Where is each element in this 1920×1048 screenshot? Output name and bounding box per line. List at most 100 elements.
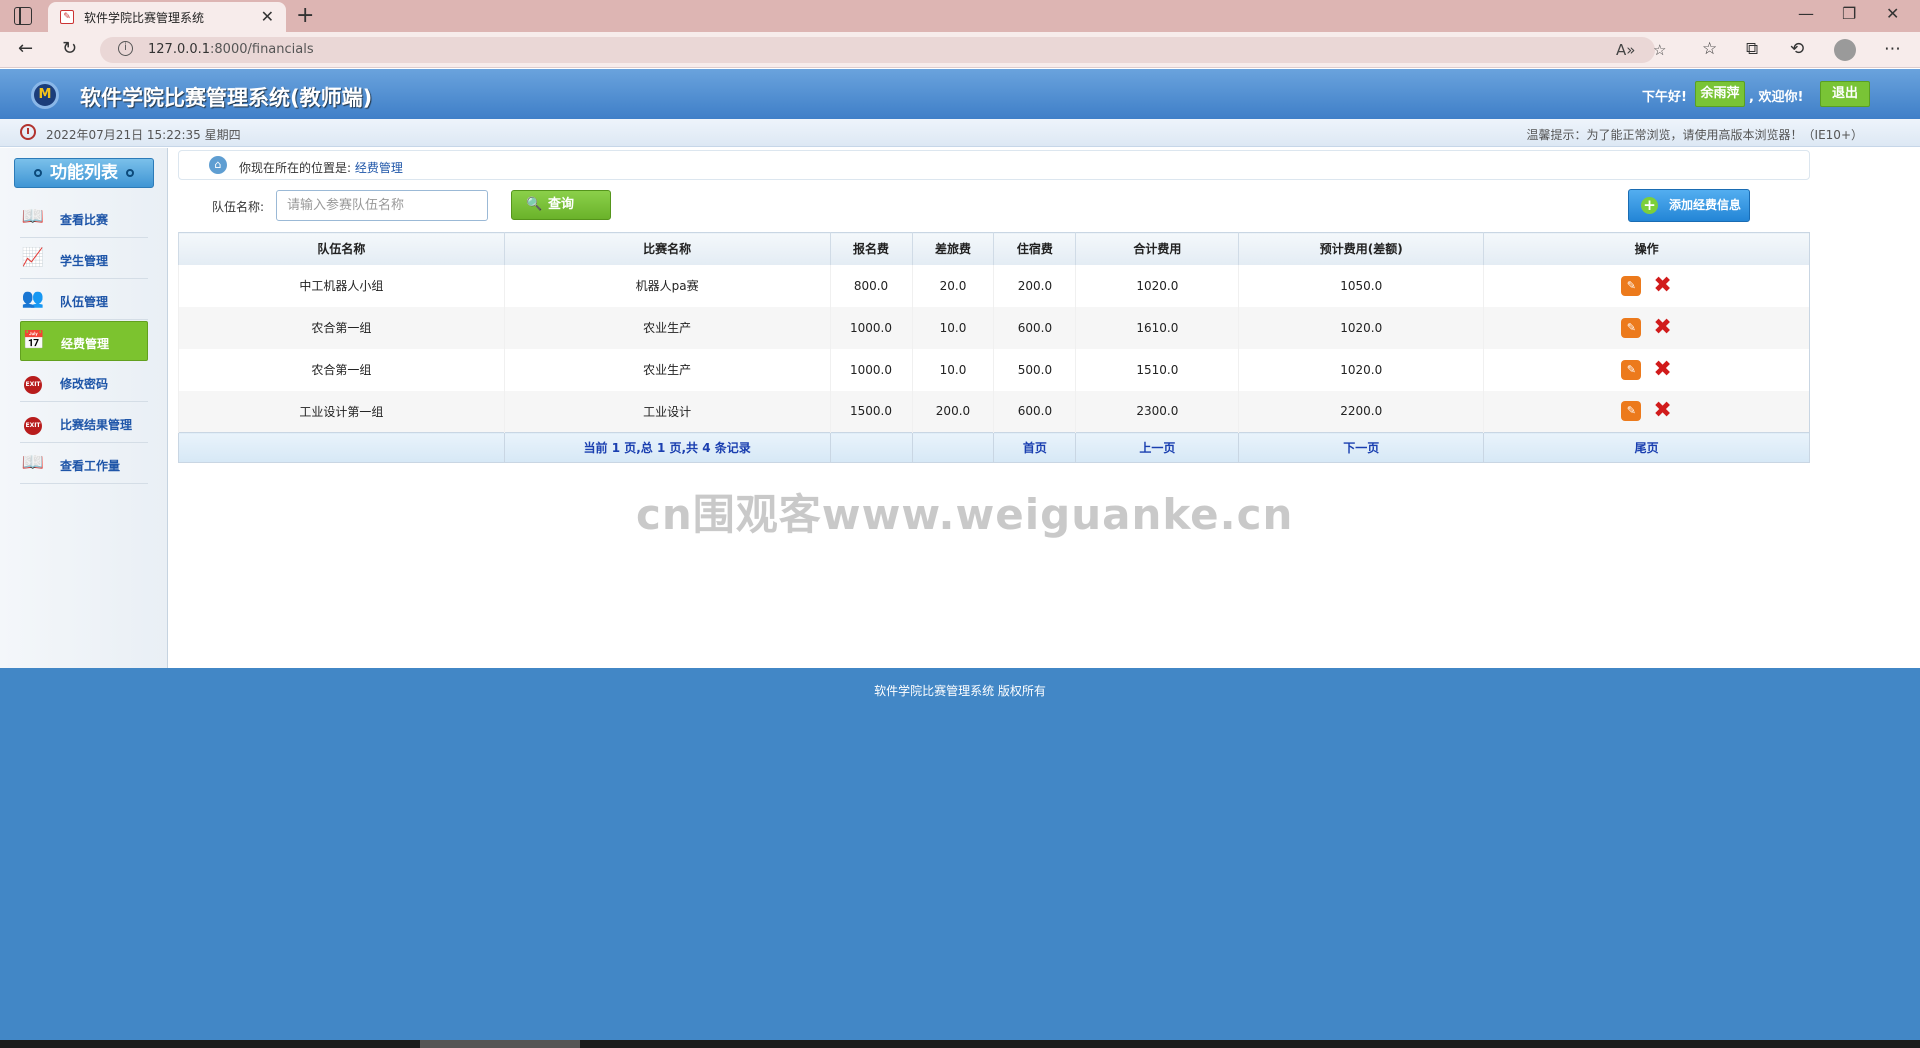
app-header: M 软件学院比赛管理系统(教师端) 下午好! 余雨萍 , 欢迎你! 退出 bbox=[0, 69, 1920, 119]
sidebar-item-change-password[interactable]: EXIT 修改密码 bbox=[20, 362, 148, 402]
add-funding-button[interactable]: + 添加经费信息 bbox=[1628, 189, 1750, 222]
delete-icon[interactable]: ✖ bbox=[1653, 274, 1671, 296]
clock-icon bbox=[20, 124, 36, 140]
pager-spacer bbox=[829, 432, 912, 463]
address-bar: ← ↻ i 127.0.0.1:8000/financials A» ☆ ☆ ⧉… bbox=[0, 32, 1920, 68]
contest-name-cell: 农业生产 bbox=[503, 348, 831, 391]
sidebar-item-view-contests[interactable]: 📖 查看比赛 bbox=[20, 198, 148, 238]
column-header: 预计费用(差额) bbox=[1238, 232, 1484, 265]
bullet-icon bbox=[34, 169, 42, 177]
profile-avatar[interactable] bbox=[1834, 39, 1856, 61]
favicon-icon: ✎ bbox=[60, 10, 74, 24]
column-header: 队伍名称 bbox=[178, 232, 505, 265]
registration-fee-cell: 800.0 bbox=[829, 264, 912, 307]
team-name-cell: 农合第一组 bbox=[178, 306, 505, 349]
column-header: 操作 bbox=[1483, 232, 1810, 265]
registration-fee-cell: 1500.0 bbox=[829, 390, 912, 433]
pager-summary: 当前 1 页,总 1 页,共 4 条记录 bbox=[503, 432, 831, 463]
estimated-cost-cell: 2200.0 bbox=[1238, 390, 1484, 433]
pager-spacer bbox=[178, 432, 505, 463]
total-cost-cell: 2300.0 bbox=[1075, 390, 1239, 433]
watermark: cn围观客www.weiguanke.cn bbox=[636, 490, 1294, 539]
sidebar: 功能列表 📖 查看比赛 📈 学生管理 👥 队伍管理 📅 经费管理 EXIT 修改… bbox=[0, 148, 168, 668]
funding-table: 队伍名称 比赛名称 报名费 差旅费 住宿费 合计费用 预计费用(差额) 操作 中… bbox=[178, 232, 1810, 463]
url-field[interactable]: i 127.0.0.1:8000/financials A» ☆ bbox=[100, 37, 1666, 63]
plus-icon: + bbox=[1641, 197, 1658, 214]
back-icon[interactable]: ← bbox=[18, 38, 33, 59]
column-header: 比赛名称 bbox=[503, 232, 831, 265]
total-cost-cell: 1020.0 bbox=[1075, 264, 1239, 307]
username-badge[interactable]: 余雨萍 bbox=[1695, 81, 1745, 107]
sidebar-item-students[interactable]: 📈 学生管理 bbox=[20, 239, 148, 279]
new-tab-icon[interactable]: + bbox=[296, 3, 314, 28]
home-icon: ⌂ bbox=[209, 156, 227, 174]
delete-icon[interactable]: ✖ bbox=[1653, 400, 1671, 422]
edit-icon[interactable]: ✎ bbox=[1621, 317, 1642, 338]
footer: 软件学院比赛管理系统 版权所有 bbox=[0, 668, 1920, 1040]
contest-name-cell: 工业设计 bbox=[503, 390, 831, 433]
delete-icon[interactable]: ✖ bbox=[1653, 316, 1671, 338]
browser-tab[interactable]: ✎ 软件学院比赛管理系统 ✕ bbox=[48, 2, 286, 32]
calendar-icon: 📅 bbox=[22, 330, 46, 351]
actions-cell: ✎ ✖ bbox=[1483, 348, 1810, 391]
search-icon: 🔍 bbox=[526, 197, 543, 212]
actions-cell: ✎ ✖ bbox=[1483, 390, 1810, 433]
restore-icon[interactable]: ❐ bbox=[1842, 4, 1856, 23]
table-row: 中工机器人小组 机器人pa赛 800.0 20.0 200.0 1020.0 1… bbox=[178, 264, 1810, 307]
book-icon: 📖 bbox=[21, 206, 45, 227]
total-cost-cell: 1510.0 bbox=[1075, 348, 1239, 391]
next-page-link[interactable]: 下一页 bbox=[1238, 432, 1484, 463]
logout-button[interactable]: 退出 bbox=[1820, 81, 1870, 107]
team-name-cell: 中工机器人小组 bbox=[178, 264, 505, 307]
exit-icon: EXIT bbox=[20, 370, 46, 394]
window-close-icon[interactable]: ✕ bbox=[1886, 4, 1899, 23]
read-aloud-icon[interactable]: A» bbox=[1616, 41, 1635, 59]
current-datetime: 2022年07月21日 15:22:35 星期四 bbox=[46, 128, 241, 142]
taskbar bbox=[0, 1040, 1920, 1048]
edit-icon[interactable]: ✎ bbox=[1621, 401, 1642, 422]
site-info-icon[interactable]: i bbox=[118, 41, 133, 56]
team-name-input[interactable] bbox=[276, 190, 488, 221]
team-name-cell: 工业设计第一组 bbox=[178, 390, 505, 433]
travel-fee-cell: 200.0 bbox=[911, 390, 994, 433]
minimize-icon[interactable]: — bbox=[1798, 4, 1814, 23]
chart-icon: 📈 bbox=[21, 247, 45, 268]
breadcrumb-text: 你现在所在的位置是: 经费管理 bbox=[239, 161, 403, 175]
lodging-fee-cell: 600.0 bbox=[993, 306, 1076, 349]
taskbar-item[interactable] bbox=[420, 1040, 580, 1048]
add-favorite-icon[interactable]: ☆ bbox=[1653, 41, 1666, 59]
lodging-fee-cell: 500.0 bbox=[993, 348, 1076, 391]
collections-icon[interactable]: ⧉ bbox=[1746, 39, 1758, 59]
more-icon[interactable]: ⋯ bbox=[1884, 39, 1901, 59]
sidebar-item-workload[interactable]: 📖 查看工作量 bbox=[20, 444, 148, 484]
close-tab-icon[interactable]: ✕ bbox=[261, 7, 274, 26]
estimated-cost-cell: 1020.0 bbox=[1238, 306, 1484, 349]
lodging-fee-cell: 600.0 bbox=[993, 390, 1076, 433]
first-page-link[interactable]: 首页 bbox=[993, 432, 1076, 463]
edit-icon[interactable]: ✎ bbox=[1621, 359, 1642, 380]
tab-title: 软件学院比赛管理系统 bbox=[84, 11, 205, 25]
users-icon: 👥 bbox=[21, 288, 45, 309]
sidebar-title: 功能列表 bbox=[14, 158, 154, 188]
edit-icon[interactable]: ✎ bbox=[1621, 275, 1642, 296]
prev-page-link[interactable]: 上一页 bbox=[1075, 432, 1239, 463]
history-icon[interactable]: ⟲ bbox=[1790, 39, 1804, 59]
table-header-row: 队伍名称 比赛名称 报名费 差旅费 住宿费 合计费用 预计费用(差额) 操作 bbox=[178, 232, 1810, 265]
query-button[interactable]: 🔍 查询 bbox=[511, 190, 611, 220]
sidebar-item-funding[interactable]: 📅 经费管理 bbox=[20, 321, 148, 361]
browser-tab-bar: ✎ 软件学院比赛管理系统 ✕ + — ❐ ✕ bbox=[0, 0, 1920, 32]
registration-fee-cell: 1000.0 bbox=[829, 348, 912, 391]
delete-icon[interactable]: ✖ bbox=[1653, 358, 1671, 380]
welcome-text: , 欢迎你! bbox=[1749, 90, 1804, 105]
team-name-cell: 农合第一组 bbox=[178, 348, 505, 391]
last-page-link[interactable]: 尾页 bbox=[1483, 432, 1810, 463]
table-row: 农合第一组 农业生产 1000.0 10.0 600.0 1610.0 1020… bbox=[178, 306, 1810, 349]
favorites-icon[interactable]: ☆ bbox=[1702, 39, 1717, 59]
tab-actions-icon[interactable] bbox=[14, 7, 32, 25]
column-header: 报名费 bbox=[829, 232, 912, 265]
refresh-icon[interactable]: ↻ bbox=[62, 38, 77, 59]
breadcrumb-current[interactable]: 经费管理 bbox=[355, 161, 403, 175]
sidebar-item-results[interactable]: EXIT 比赛结果管理 bbox=[20, 403, 148, 443]
table-row: 工业设计第一组 工业设计 1500.0 200.0 600.0 2300.0 2… bbox=[178, 390, 1810, 433]
sidebar-item-teams[interactable]: 👥 队伍管理 bbox=[20, 280, 148, 320]
